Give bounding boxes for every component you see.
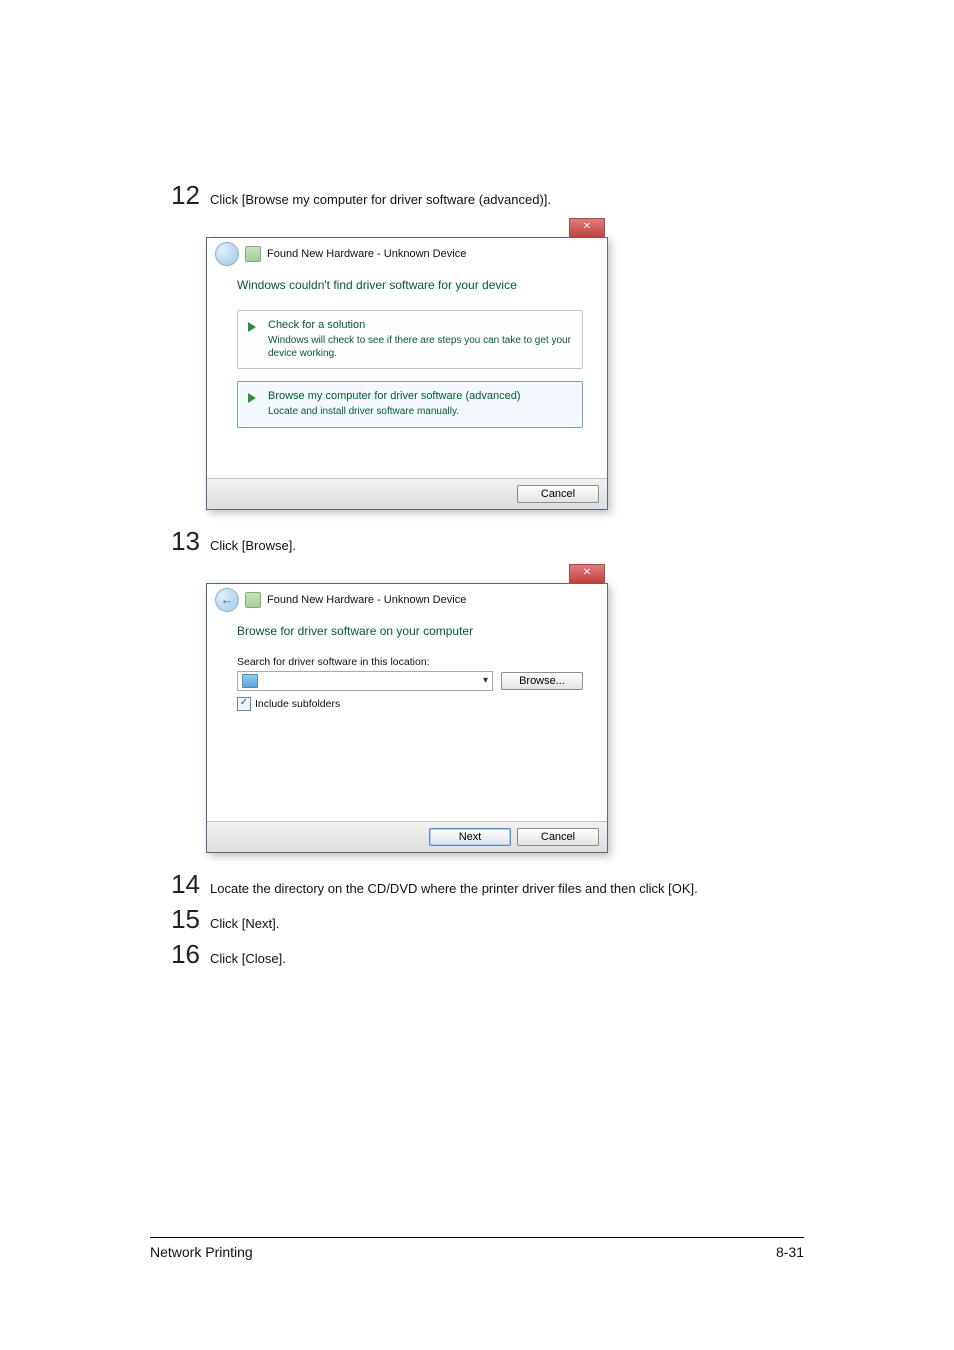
include-subfolders-label: Include subfolders [255,698,340,710]
option-title: Browse my computer for driver software (… [268,390,520,402]
include-subfolders-row[interactable]: Include subfolders [237,697,583,711]
dialog-body: Windows couldn't find driver software fo… [207,272,607,478]
arrow-icon [248,319,262,333]
dialog-2-container: Found New Hardware - Unknown Device Brow… [206,563,804,853]
step-13: 13 Click [Browse]. [150,526,804,557]
dialog-title: Found New Hardware - Unknown Device [267,248,466,260]
dialog-title: Found New Hardware - Unknown Device [267,594,466,606]
step-16: 16 Click [Close]. [150,939,804,970]
checkbox-checked-icon[interactable] [237,697,251,711]
step-text: Click [Next]. [210,911,279,933]
step-number: 16 [150,939,210,970]
step-12: 12 Click [Browse my computer for driver … [150,180,804,211]
dialog-header: Found New Hardware - Unknown Device [207,238,607,272]
found-new-hardware-dialog: Found New Hardware - Unknown Device Wind… [206,237,608,510]
cancel-button[interactable]: Cancel [517,485,599,503]
chevron-down-icon[interactable]: ▾ [483,675,488,686]
step-text: Locate the directory on the CD/DVD where… [210,872,698,898]
dialog-body: Browse for driver software on your compu… [207,618,607,821]
content-area: 12 Click [Browse my computer for driver … [150,180,804,1237]
dialog-frame-outer: Found New Hardware - Unknown Device Wind… [206,217,804,510]
hardware-icon [245,592,261,608]
step-number: 14 [150,869,210,900]
step-text: Click [Browse]. [210,529,296,555]
footer-page-number: 8-31 [776,1244,804,1260]
option-browse-computer[interactable]: Browse my computer for driver software (… [237,381,583,428]
dialog-frame-outer: Found New Hardware - Unknown Device Brow… [206,563,804,853]
arrow-icon [248,390,262,404]
location-row: ▾ Browse... [237,671,583,691]
back-icon[interactable] [215,242,239,266]
dialog-heading: Browse for driver software on your compu… [237,624,583,638]
dialog-1-container: Found New Hardware - Unknown Device Wind… [206,217,804,510]
dialog-footer: Cancel [207,478,607,509]
cancel-button[interactable]: Cancel [517,828,599,846]
step-number: 15 [150,904,210,935]
dialog-header: Found New Hardware - Unknown Device [207,584,607,618]
folder-icon [242,674,258,688]
close-icon[interactable] [569,564,605,584]
step-15: 15 Click [Next]. [150,904,804,935]
search-location-label: Search for driver software in this locat… [237,656,583,668]
step-text: Click [Browse my computer for driver sof… [210,183,551,209]
dialog-heading: Windows couldn't find driver software fo… [237,278,583,292]
step-14: 14 Locate the directory on the CD/DVD wh… [150,869,804,900]
option-desc: Windows will check to see if there are s… [268,335,572,360]
browse-driver-dialog: Found New Hardware - Unknown Device Brow… [206,583,608,853]
option-desc: Locate and install driver software manua… [268,406,572,419]
back-icon[interactable] [215,588,239,612]
step-number: 12 [150,180,210,211]
page-footer: Network Printing 8-31 [150,1237,804,1260]
option-title: Check for a solution [268,319,365,331]
browse-button[interactable]: Browse... [501,672,583,690]
dialog-footer: Next Cancel [207,821,607,852]
option-check-solution[interactable]: Check for a solution Windows will check … [237,310,583,369]
close-icon[interactable] [569,218,605,238]
step-text: Click [Close]. [210,946,286,968]
location-input[interactable]: ▾ [237,671,493,691]
footer-section-title: Network Printing [150,1244,253,1260]
hardware-icon [245,246,261,262]
step-number: 13 [150,526,210,557]
document-page: 12 Click [Browse my computer for driver … [0,0,954,1350]
next-button[interactable]: Next [429,828,511,846]
